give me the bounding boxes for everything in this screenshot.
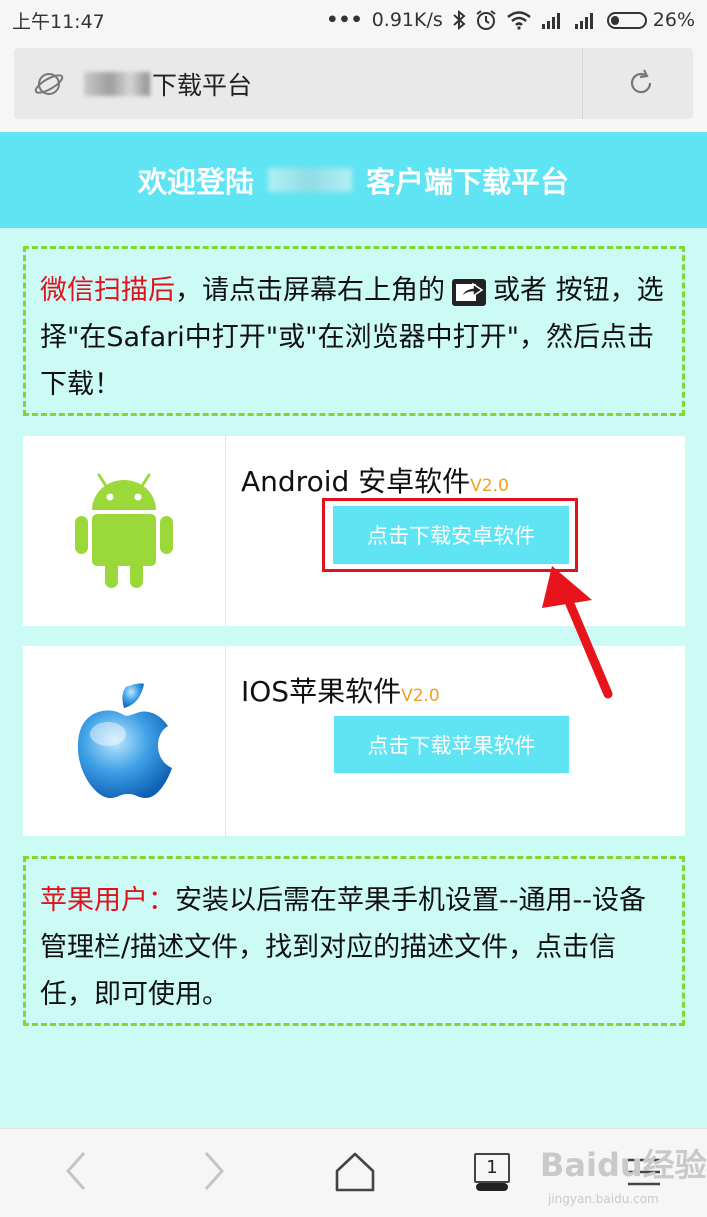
banner-left-text: 欢迎登陆	[137, 165, 254, 199]
red-arrow-annotation	[542, 566, 613, 699]
apple-logo	[23, 646, 225, 836]
android-icon	[75, 473, 173, 588]
android-title: Android 安卓软件V2.0	[241, 460, 509, 500]
baidu-watermark-url: jingyan.baidu.com	[548, 1192, 659, 1206]
wechat-notice: 微信扫描后，请点击屏幕右上角的 或者 按钮，选择"在Safari中打开"或"在浏览…	[23, 246, 685, 416]
refresh-icon[interactable]	[624, 66, 658, 100]
ios-title: IOS苹果软件V2.0	[241, 670, 440, 710]
status-bar: 上午11:47 ••• 0.91K/s 26%	[0, 0, 707, 40]
address-divider	[582, 48, 583, 119]
address-bar[interactable]: 下载平台	[14, 48, 693, 119]
status-time: 上午11:47	[12, 10, 105, 33]
tab-count: 1	[474, 1153, 510, 1183]
signal-icon	[541, 13, 560, 29]
alarm-icon	[476, 10, 496, 30]
download-android-button[interactable]: 点击下载安卓软件	[333, 506, 569, 564]
notice-text-a: ，请点击屏幕右上角的	[175, 275, 445, 306]
bluetooth-icon	[453, 10, 466, 30]
apple-notice-highlight: 苹果用户：	[40, 885, 175, 916]
banner-right-text: 客户端下载平台	[366, 165, 570, 199]
battery-fill	[610, 15, 619, 25]
incognito-mask-icon	[476, 1183, 508, 1191]
notice-highlight: 微信扫描后	[40, 275, 175, 306]
apple-user-notice: 苹果用户：安装以后需在苹果手机设置--通用--设备管理栏/描述文件，找到对应的描…	[23, 856, 685, 1026]
download-ios-button[interactable]: 点击下载苹果软件	[334, 716, 569, 773]
ios-title-text: IOS苹果软件	[241, 675, 402, 708]
welcome-banner: 欢迎登陆 客户端下载平台	[0, 132, 707, 228]
card-divider	[225, 436, 226, 626]
android-logo	[23, 436, 225, 626]
wifi-icon	[506, 11, 531, 30]
more-dots: •••	[326, 9, 363, 31]
blurred-brand-name	[268, 168, 352, 192]
android-title-text: Android 安卓软件	[241, 465, 471, 498]
status-icons: ••• 0.91K/s 26%	[326, 9, 695, 31]
battery-indicator: 26%	[606, 9, 695, 31]
apple-icon	[77, 683, 172, 798]
network-speed: 0.91K/s	[371, 9, 443, 31]
share-icon	[452, 278, 486, 306]
forward-icon[interactable]	[200, 1149, 228, 1193]
signal-icon	[574, 13, 593, 29]
back-icon[interactable]	[62, 1149, 90, 1193]
card-divider	[225, 646, 226, 836]
blurred-site-name	[84, 71, 150, 96]
android-version: V2.0	[470, 476, 509, 496]
browser-toolbar: 下载平台	[0, 40, 707, 132]
address-text: 下载平台	[152, 70, 253, 100]
ios-version: V2.0	[401, 686, 440, 706]
battery-percent: 26%	[652, 9, 695, 31]
home-icon[interactable]	[334, 1151, 376, 1193]
globe-icon	[34, 72, 64, 95]
tabs-button[interactable]: 1	[474, 1153, 510, 1191]
battery-icon	[606, 11, 647, 29]
baidu-watermark: Baidu经验	[540, 1146, 707, 1184]
